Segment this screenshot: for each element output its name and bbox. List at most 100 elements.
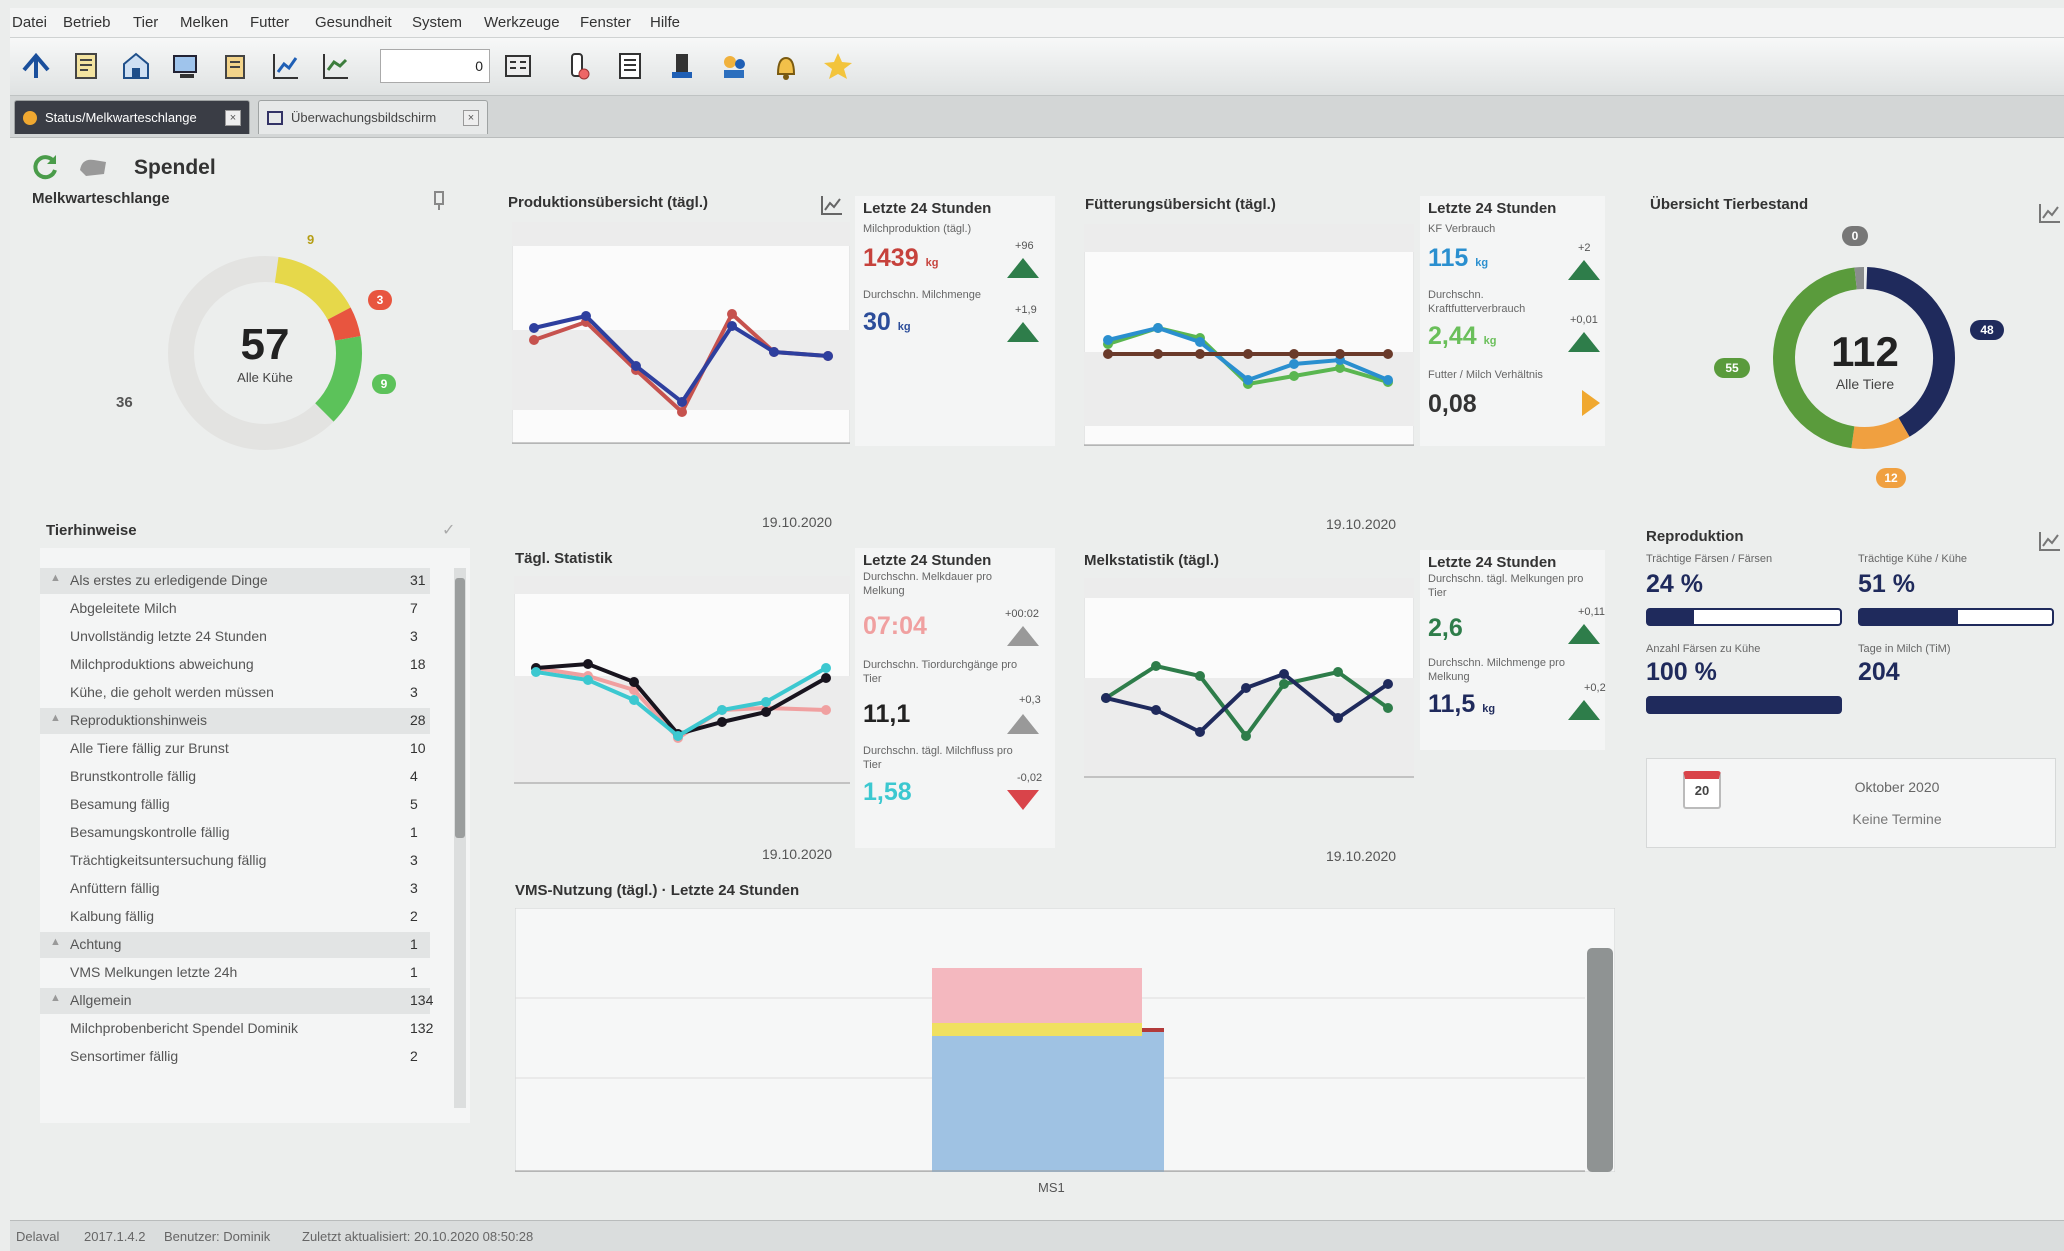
tierhinweise-group[interactable]: ▲ Reproduktionshinweis 28	[40, 708, 430, 734]
tierhinweise-item[interactable]: Anfüttern fällig 3	[40, 876, 430, 902]
menu-datei[interactable]: Datei	[12, 14, 47, 31]
kpi-delta: +2	[1578, 242, 1591, 254]
tierhinweise-item[interactable]: Trächtigkeitsuntersuchung fällig 3	[40, 848, 430, 874]
futterung-title: Fütterungsübersicht (tägl.)	[1085, 196, 1276, 213]
graph-icon[interactable]	[316, 46, 356, 86]
tierbestand-badge-left[interactable]: 55	[1714, 358, 1750, 378]
tierhinweise-item[interactable]: Milchproduktions abweichung 18	[40, 652, 430, 678]
tierhinweise-item[interactable]: Sensortimer fällig 2	[40, 1044, 430, 1070]
tierbestand-badge-right[interactable]: 48	[1970, 320, 2004, 340]
queue-segment-green[interactable]	[314, 336, 362, 422]
menu-system[interactable]: System	[412, 14, 462, 31]
close-icon[interactable]: ×	[225, 109, 241, 126]
chart-point	[1241, 731, 1251, 741]
chart-point	[1195, 349, 1205, 359]
queue-segment-red[interactable]	[327, 307, 361, 342]
tierhinweise-item[interactable]: Besamung fällig 5	[40, 792, 430, 818]
trend-up-icon	[1568, 700, 1600, 720]
tierhinweise-group[interactable]: ▲ Als erstes zu erledigende Dinge 31	[40, 568, 430, 594]
chart-point	[717, 705, 727, 715]
chart-band	[1084, 352, 1414, 426]
produktion-title: Produktionsübersicht (tägl.)	[508, 194, 709, 211]
tierhinweise-item[interactable]: Kalbung fällig 2	[40, 904, 430, 930]
tierhinweise-item[interactable]: Unvollständig letzte 24 Stunden 3	[40, 624, 430, 650]
menu-melken[interactable]: Melken	[180, 14, 228, 31]
tierhinweise-title: Tierhinweise	[46, 522, 137, 539]
tab-status-melkwarteschlange[interactable]: Status/Melkwarteschlange ×	[14, 100, 250, 134]
robot-icon[interactable]	[662, 46, 702, 86]
repro-value-anzahl: 100 %	[1646, 658, 1717, 686]
tierhinweise-item[interactable]: Milchprobenbericht Spendel Dominik 132	[40, 1016, 433, 1042]
menu-gesundheit[interactable]: Gesundheit	[315, 14, 392, 31]
cow-list-icon[interactable]	[66, 46, 106, 86]
queue-total: 57	[240, 320, 290, 369]
kpi-unit: kg	[1482, 703, 1496, 715]
tierhinweise-item[interactable]: Kühe, die geholt werden müssen 3	[40, 680, 430, 706]
refresh-icon[interactable]	[30, 152, 60, 182]
repro-label: Trächtige Kühe / Kühe	[1858, 553, 1968, 565]
pin-icon[interactable]	[430, 190, 450, 212]
queue-red-badge[interactable]: 3	[368, 290, 392, 310]
scrollbar-thumb[interactable]	[455, 578, 465, 838]
number-field[interactable]: 0	[380, 49, 490, 83]
menu-betrieb[interactable]: Betrieb	[63, 14, 111, 31]
kpi-value-futter-milch: 0,08	[1428, 390, 1477, 418]
chart-icon[interactable]	[266, 46, 306, 86]
tierhinweise-item[interactable]: Alle Tiere fällig zur Brunst 10	[40, 736, 430, 762]
tierbestand-badge-top[interactable]: 0	[1842, 226, 1868, 246]
scrollbar[interactable]	[454, 568, 466, 1108]
repro-bar-fill	[1860, 610, 1958, 624]
kpi-value: 30	[863, 308, 891, 336]
kpi-delta: +96	[1015, 240, 1034, 252]
users-icon[interactable]	[714, 46, 754, 86]
tierhinweise-item[interactable]: VMS Melkungen letzte 24h 1	[40, 960, 430, 986]
queue-green-badge[interactable]: 9	[372, 374, 396, 394]
collapse-icon[interactable]: ▲	[50, 572, 61, 584]
computer-icon[interactable]	[166, 46, 206, 86]
tierhinweise-label: Brunstkontrolle fällig	[70, 768, 197, 784]
chart-icon[interactable]	[2038, 530, 2062, 552]
tierhinweise-item[interactable]: Brunstkontrolle fällig 4	[40, 764, 430, 790]
favorite-star-icon[interactable]	[818, 46, 858, 86]
bell-icon[interactable]	[766, 46, 806, 86]
tierhinweise-count: 1	[410, 936, 418, 952]
document-icon[interactable]	[610, 46, 650, 86]
chart-icon[interactable]	[2038, 202, 2062, 224]
tierbestand-segment-orange[interactable]	[1851, 417, 1910, 449]
tierhinweise-list: ▲ Als erstes zu erledigende Dinge 31 Abgele…	[40, 548, 470, 1123]
close-icon[interactable]: ×	[463, 109, 479, 126]
kpi-label: Durchschn. Kraftfutterverbrauch	[1428, 289, 1526, 315]
kpi-value: 115	[1428, 244, 1469, 272]
tierhinweise-item[interactable]: Abgeleitete Milch 7	[40, 596, 430, 622]
tierhinweise-item[interactable]: Besamungskontrolle fällig 1	[40, 820, 430, 846]
home-arrow-icon[interactable]	[16, 46, 56, 86]
tierhinweise-group[interactable]: ▲ Allgemein 134	[40, 988, 433, 1014]
kpi-delta: +0,3	[1019, 694, 1041, 706]
collapse-icon[interactable]: ▲	[50, 936, 61, 948]
chart-point	[1289, 359, 1299, 369]
menu-fenster[interactable]: Fenster	[580, 14, 631, 31]
trend-up-icon	[1568, 332, 1600, 352]
tierbestand-badge-bottom[interactable]: 12	[1876, 468, 1906, 488]
collapse-icon[interactable]: ▲	[50, 712, 61, 724]
collapse-icon[interactable]: ▲	[50, 992, 61, 1004]
tierhinweise-label: VMS Melkungen letzte 24h	[70, 964, 238, 980]
menu-werkzeuge[interactable]: Werkzeuge	[484, 14, 560, 31]
dashboard: Spendel Melkwarteschlange 57 Alle Kühe 3…	[10, 138, 2064, 1220]
calculator-icon[interactable]	[498, 46, 538, 86]
trend-neutral-icon	[1007, 714, 1039, 734]
chart-point	[1103, 335, 1113, 345]
tierhinweise-group[interactable]: ▲ Achtung 1	[40, 932, 430, 958]
milk-bottle-icon[interactable]	[558, 46, 598, 86]
menu-hilfe[interactable]: Hilfe	[650, 14, 680, 31]
chart-point	[1383, 703, 1393, 713]
chart-icon[interactable]	[820, 194, 844, 216]
menu-futter[interactable]: Futter	[250, 14, 289, 31]
queue-segment-yellow[interactable]	[274, 256, 351, 321]
tab-ueberwachungsbildschirm[interactable]: Überwachungsbildschirm ×	[258, 100, 488, 134]
calendar-panel[interactable]: 20 Oktober 2020 Keine Termine	[1646, 758, 2056, 848]
barn-icon[interactable]	[116, 46, 156, 86]
menu-tier[interactable]: Tier	[133, 14, 158, 31]
tierhinweise-label: Alle Tiere fällig zur Brunst	[70, 740, 229, 756]
report-icon[interactable]	[216, 46, 256, 86]
